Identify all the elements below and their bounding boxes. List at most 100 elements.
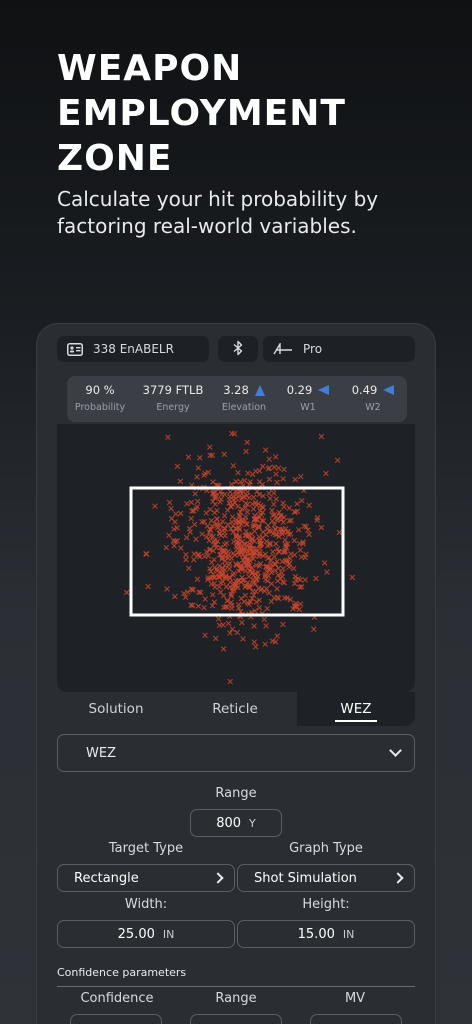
shot-marker — [298, 554, 305, 560]
shot-marker — [297, 547, 304, 553]
mv-input[interactable] — [310, 1014, 402, 1024]
shot-marker — [220, 592, 227, 599]
shot-marker — [235, 469, 241, 476]
range-column-label: Range — [215, 991, 257, 1006]
stat-w1-label: W1 — [300, 402, 316, 413]
chevron-right-icon — [392, 872, 404, 884]
shot-marker — [292, 476, 299, 483]
shot-marker — [318, 524, 325, 531]
bluetooth-icon — [233, 340, 243, 359]
hero-subtitle: Calculate your hit probability by factor… — [57, 186, 437, 240]
shot-marker — [220, 646, 227, 652]
shot-marker — [240, 636, 246, 642]
shot-marker — [164, 586, 170, 592]
shot-marker — [246, 541, 253, 547]
shot-marker — [262, 447, 269, 453]
target-type-value: Rectangle — [74, 870, 139, 886]
shot-marker — [208, 517, 215, 524]
shot-marker — [274, 578, 281, 584]
width-label: Width: — [124, 897, 168, 912]
shot-marker — [280, 475, 286, 482]
pro-logo-icon — [273, 342, 293, 356]
stat-elevation-label: Elevation — [221, 402, 267, 413]
width-input[interactable]: 25.00 IN — [57, 920, 235, 948]
tab-reticle[interactable]: Reticle — [175, 692, 295, 726]
shot-marker — [250, 494, 257, 501]
shot-marker — [271, 464, 277, 471]
shot-marker — [349, 574, 356, 581]
shot-marker — [306, 531, 312, 538]
graph-type-value: Shot Simulation — [254, 870, 357, 886]
range-label: Range — [215, 786, 257, 801]
confidence-input[interactable] — [70, 1014, 162, 1024]
stat-probability-value: 90 % — [85, 383, 115, 397]
shot-marker — [261, 616, 268, 623]
shot-simulation-graph — [123, 430, 356, 685]
shot-marker — [191, 521, 198, 528]
hero-subtitle-line-1: Calculate your hit probability by — [57, 187, 379, 211]
confidence-range-input[interactable] — [190, 1014, 282, 1024]
width-value: 25.00 — [117, 926, 155, 942]
range-value: 800 — [216, 815, 242, 831]
tab-solution[interactable]: Solution — [57, 692, 175, 726]
shot-marker — [273, 471, 279, 477]
shot-marker — [313, 575, 319, 582]
shot-marker — [209, 591, 216, 598]
shot-marker — [195, 603, 202, 609]
shot-marker — [268, 580, 275, 587]
range-input[interactable]: 800 Y — [190, 809, 282, 837]
wez-mode-select[interactable]: WEZ — [57, 734, 415, 772]
height-input[interactable]: 15.00 IN — [237, 920, 415, 948]
arrow-left-icon — [318, 385, 330, 395]
shot-marker — [166, 532, 172, 539]
tab-wez[interactable]: WEZ — [297, 692, 415, 726]
target-type-select[interactable]: Rectangle — [57, 864, 235, 892]
shot-marker — [172, 593, 178, 600]
shot-marker — [183, 556, 189, 563]
shot-marker — [235, 601, 242, 608]
bluetooth-button[interactable] — [218, 336, 258, 362]
shot-marker — [245, 470, 251, 476]
shot-marker — [212, 635, 219, 642]
graph-type-select[interactable]: Shot Simulation — [237, 864, 415, 892]
shot-marker — [268, 598, 275, 605]
shot-marker — [321, 560, 328, 566]
shot-marker — [183, 551, 189, 558]
arrow-left-icon — [383, 385, 395, 395]
shot-marker — [230, 463, 237, 469]
wez-shot-plot — [57, 424, 415, 692]
shot-marker — [291, 552, 298, 558]
shot-marker — [223, 540, 230, 546]
shot-marker — [214, 507, 220, 514]
shot-marker — [271, 553, 278, 560]
active-tab-indicator — [335, 720, 377, 722]
shot-marker — [291, 537, 298, 544]
shot-marker — [221, 451, 228, 458]
shot-marker — [266, 476, 273, 483]
shot-marker — [296, 606, 303, 613]
shot-marker — [290, 565, 297, 572]
shot-marker — [267, 495, 273, 502]
shot-marker — [228, 481, 235, 488]
shot-marker — [188, 515, 194, 522]
top-bar: 338 EnABELR Pro — [57, 336, 415, 362]
shot-marker — [244, 509, 251, 515]
tab-wez-label: WEZ — [340, 701, 372, 717]
shot-marker — [221, 512, 228, 519]
divider — [57, 986, 415, 987]
shot-marker — [193, 536, 199, 542]
pro-badge[interactable]: Pro — [263, 336, 415, 362]
shot-marker — [185, 565, 192, 572]
shot-marker — [172, 511, 179, 517]
shot-marker — [174, 463, 181, 470]
wez-mode-value: WEZ — [86, 745, 116, 761]
shot-marker — [214, 516, 220, 522]
profile-selector[interactable]: 338 EnABELR — [57, 336, 209, 362]
shot-marker — [241, 477, 248, 484]
stat-energy-value: 3779 FTLB — [142, 383, 204, 397]
confidence-parameters-title: Confidence parameters — [57, 966, 187, 979]
hero-title-line-3: ZONE — [57, 138, 173, 179]
stat-w2-value: 0.49 — [351, 383, 378, 397]
stat-probability-label: Probability — [74, 402, 126, 413]
view-tabs: Solution Reticle WEZ — [57, 692, 415, 726]
